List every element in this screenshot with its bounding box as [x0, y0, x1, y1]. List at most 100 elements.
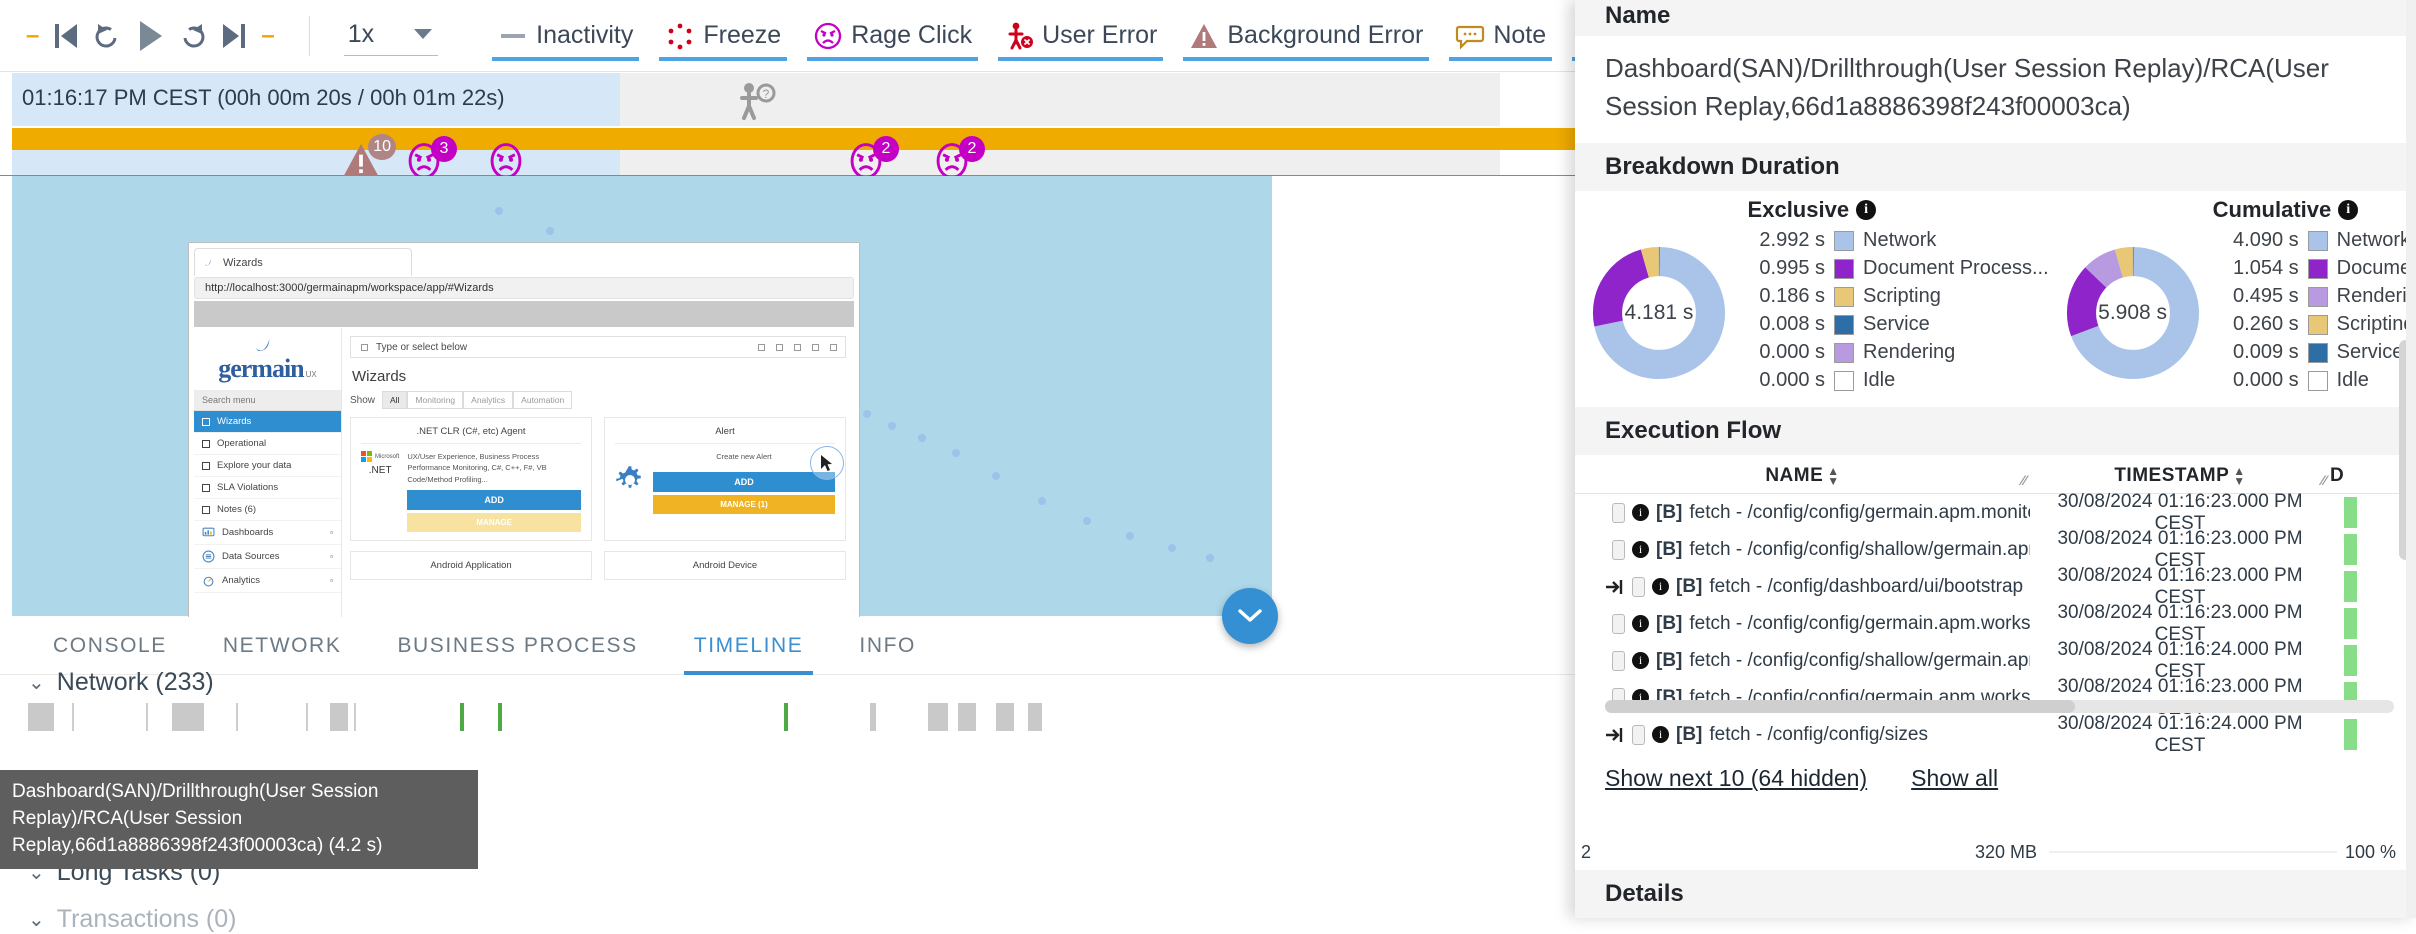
table-row[interactable]: i [B] fetch - /config/config/shallow/ger… [1575, 531, 2416, 568]
filter-chip-all[interactable]: All [382, 391, 407, 409]
panel-horizontal-scrollbar[interactable] [1605, 700, 2394, 713]
network-block[interactable] [498, 703, 502, 731]
type-or-select-input[interactable]: Type or select below [350, 336, 846, 358]
row-tag: [B] [1656, 650, 1682, 672]
event-filter-note[interactable]: Note [1439, 9, 1562, 63]
table-row[interactable]: i [B] fetch - /config/dashboard/ui/boots… [1575, 568, 2416, 605]
tab-business-process[interactable]: BUSINESS PROCESS [369, 617, 665, 675]
sidebar-item-operational[interactable]: Operational [194, 433, 341, 455]
network-block[interactable] [28, 703, 54, 731]
card-add-button[interactable]: ADD [407, 490, 581, 510]
column-resize-handle[interactable]: ⁄⁄ [2321, 472, 2327, 488]
sidebar-item-dashboards[interactable]: Dashboards ▫ [194, 521, 341, 545]
forward-icon[interactable] [179, 21, 207, 51]
filter-chip-automation[interactable]: Automation [513, 391, 572, 409]
browser-address-bar[interactable]: http://localhost:3000/germainapm/workspa… [194, 277, 854, 299]
info-icon[interactable]: i [1856, 200, 1876, 220]
wizard-card-alert[interactable]: Alert Create new Alert ADD MANAGE (1) [604, 417, 846, 541]
event-filter-rage-click[interactable]: Rage Click [797, 9, 988, 63]
network-block[interactable] [958, 703, 976, 731]
step-back-dash-icon[interactable]: – [26, 24, 39, 48]
filter-chip-analytics[interactable]: Analytics [463, 391, 513, 409]
info-icon[interactable]: i [1632, 541, 1649, 558]
table-row[interactable]: i [B] fetch - /config/config/germain.apm… [1575, 605, 2416, 642]
session-replay-viewport[interactable]: Wizards http://localhost:3000/germainapm… [12, 176, 1272, 616]
section-network[interactable]: ⌄ Network (233) [28, 668, 214, 697]
play-button[interactable] [135, 19, 165, 53]
wizard-card-android-device[interactable]: Android Device [604, 551, 846, 580]
show-next-link[interactable]: Show next 10 (64 hidden) [1605, 765, 1867, 792]
wizard-card-dotnet[interactable]: .NET CLR (C#, etc) Agent Microsoft [350, 417, 592, 541]
tab-network[interactable]: NETWORK [195, 617, 370, 675]
section-transactions[interactable]: ⌄ Transactions (0) [28, 905, 236, 934]
network-block[interactable] [460, 703, 464, 731]
app-icon-4[interactable] [812, 344, 819, 351]
step-forward-dash-icon[interactable]: – [261, 24, 274, 48]
network-block[interactable] [1028, 703, 1042, 731]
timeline-progress-band[interactable] [12, 128, 1512, 150]
event-filter-background-error[interactable]: Background Error [1173, 9, 1439, 63]
sidebar-item-label: Wizards [217, 416, 251, 427]
tab-info[interactable]: INFO [831, 617, 944, 675]
legend-swatch [1834, 343, 1854, 363]
table-row[interactable]: i [B] fetch - /config/config/shallow/ger… [1575, 642, 2416, 679]
column-header-duration[interactable]: D [2330, 465, 2370, 487]
sidebar-item-analytics[interactable]: Analytics ▫ [194, 569, 341, 593]
sidebar-item-notes[interactable]: Notes (6) [194, 499, 341, 521]
skip-previous-icon[interactable] [53, 21, 79, 51]
info-icon[interactable]: i [1652, 726, 1669, 743]
network-block[interactable] [330, 703, 348, 731]
info-icon[interactable]: i [1632, 615, 1649, 632]
card-manage-button[interactable]: MANAGE (1) [653, 495, 835, 514]
capsule-icon [1612, 503, 1625, 523]
network-block[interactable] [928, 703, 948, 731]
app-icon-2[interactable] [776, 344, 783, 351]
sort-icon[interactable]: ▲▼ [2233, 466, 2245, 486]
card-title: .NET CLR (C#, etc) Agent [361, 426, 581, 437]
event-filter-inactivity[interactable]: Inactivity [482, 9, 649, 63]
skip-next-icon[interactable] [221, 21, 247, 51]
legend-value: 0.000 s [1737, 341, 1825, 364]
info-icon[interactable]: i [1632, 652, 1649, 669]
panel-name-header: Name [1575, 0, 2416, 36]
app-icon-5[interactable] [830, 344, 837, 351]
sidebar-item-explore-your-data[interactable]: Explore your data [194, 455, 341, 477]
app-icon-1[interactable] [758, 344, 765, 351]
sidebar-item-wizards[interactable]: Wizards [194, 411, 341, 433]
info-icon[interactable]: i [2338, 200, 2358, 220]
app-icon-3[interactable] [794, 344, 801, 351]
event-filter-user-error[interactable]: User Error [988, 9, 1173, 63]
network-block[interactable] [784, 703, 788, 731]
chevron-down-icon[interactable] [414, 29, 432, 39]
app-logo-text: germain [218, 354, 303, 383]
column-header-timestamp[interactable]: TIMESTAMP▲▼ ⁄⁄ [2030, 465, 2330, 487]
info-icon[interactable]: i [1652, 578, 1669, 595]
column-header-name[interactable]: NAME▲▼ ⁄⁄ [1575, 465, 2030, 487]
info-icon[interactable]: i [1632, 504, 1649, 521]
network-block[interactable] [996, 703, 1014, 731]
tab-console[interactable]: CONSOLE [25, 617, 195, 675]
sidebar-search-input[interactable]: Search menu [194, 390, 341, 411]
legend-label: Network [2337, 229, 2410, 252]
show-all-link[interactable]: Show all [1911, 765, 1998, 792]
card-add-button[interactable]: ADD [653, 472, 835, 492]
wizard-card-android-application[interactable]: Android Application [350, 551, 592, 580]
filter-chip-monitoring[interactable]: Monitoring [407, 391, 463, 409]
sort-icon[interactable]: ▲▼ [1827, 466, 1839, 486]
warning-triangle-icon [1189, 21, 1219, 51]
table-row[interactable]: i [B] fetch - /config/config/sizes 30/08… [1575, 716, 2416, 753]
column-resize-handle[interactable]: ⁄⁄ [2021, 472, 2027, 488]
sidebar-item-sla-violations[interactable]: SLA Violations [194, 477, 341, 499]
browser-tab[interactable]: Wizards [194, 248, 412, 276]
network-block[interactable] [870, 703, 876, 731]
tab-timeline[interactable]: TIMELINE [666, 617, 832, 675]
speed-select[interactable]: 1x [344, 16, 438, 56]
breakdown-cumulative: Cumulative i 5.908 s 4.090 sNetwork [2049, 197, 2416, 397]
event-filter-freeze[interactable]: Freeze [649, 9, 797, 63]
card-manage-button[interactable]: MANAGE [407, 513, 581, 532]
rewind-icon[interactable] [93, 21, 121, 51]
table-row[interactable]: i [B] fetch - /config/config/germain.apm… [1575, 494, 2416, 531]
scroll-down-button[interactable] [1222, 588, 1278, 644]
sidebar-item-data-sources[interactable]: Data Sources ▫ [194, 545, 341, 569]
network-block[interactable] [172, 703, 204, 731]
